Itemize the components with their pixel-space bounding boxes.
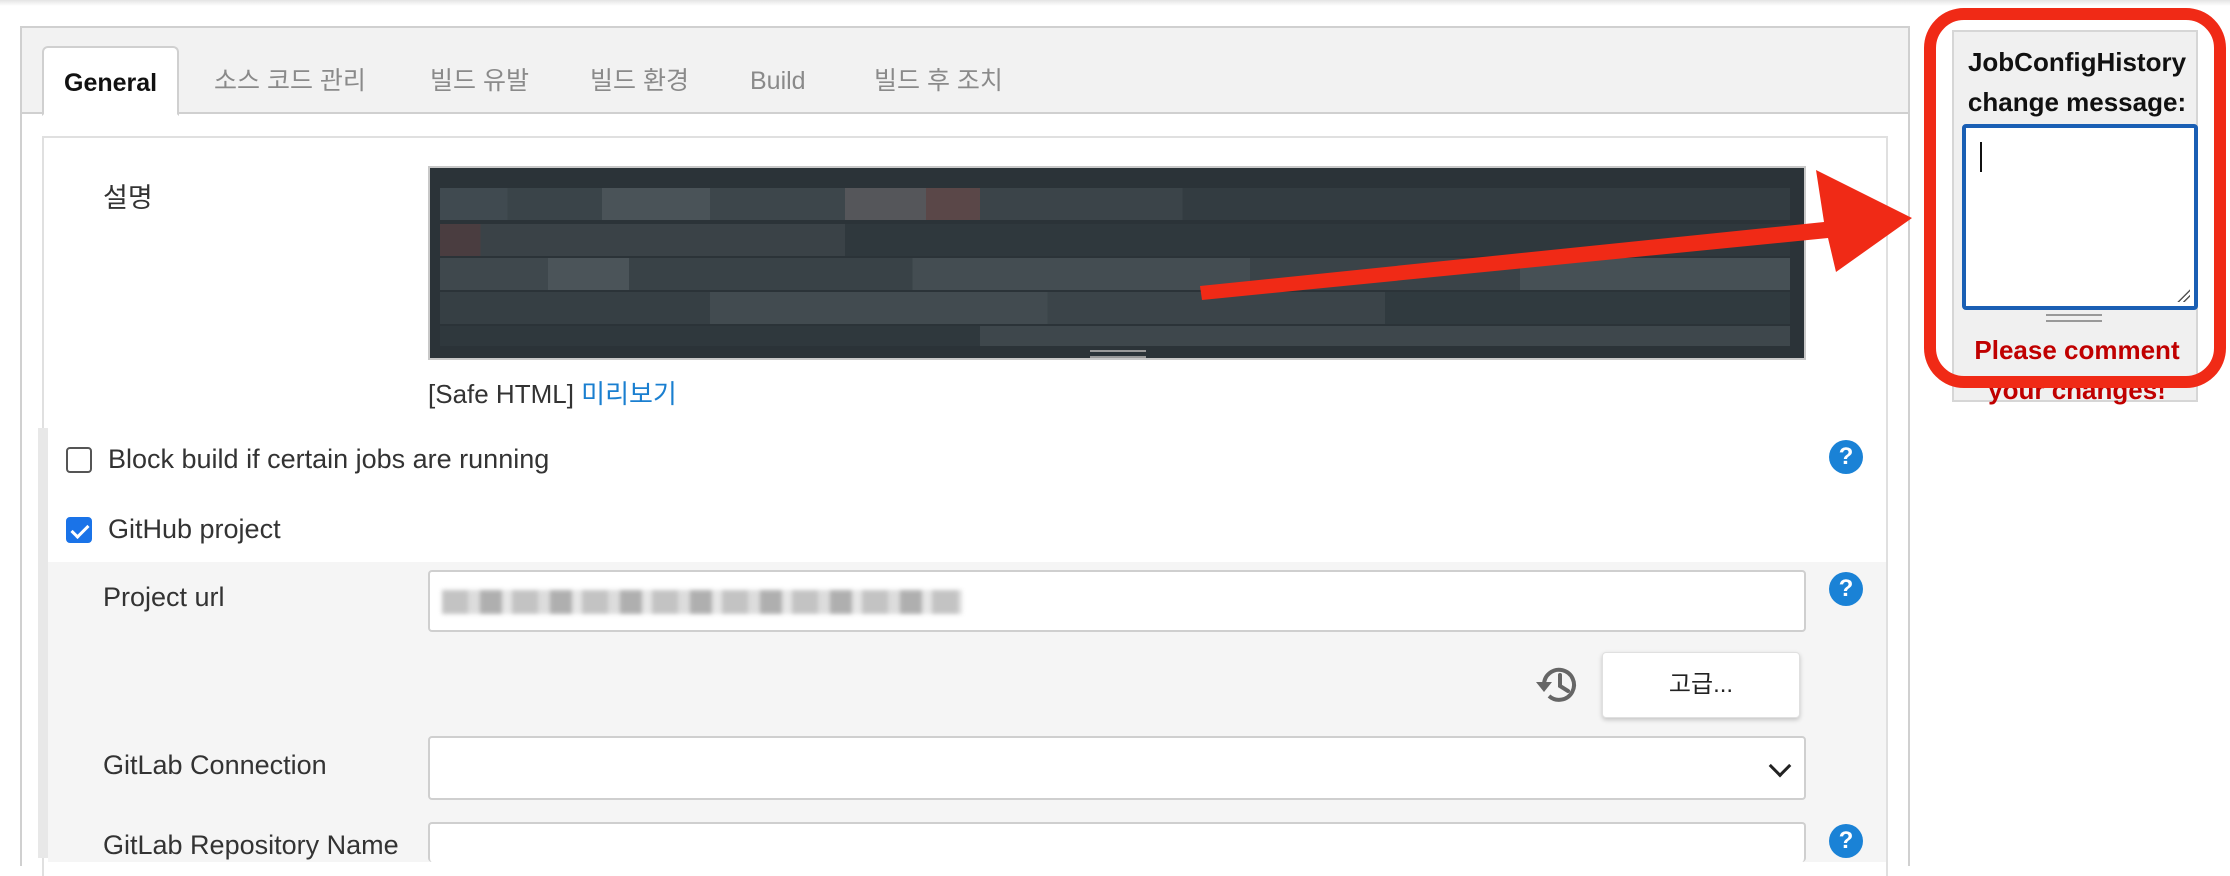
help-icon[interactable]: ?: [1829, 572, 1863, 606]
tab-general[interactable]: General: [42, 46, 180, 116]
redacted-url: [442, 590, 962, 614]
redacted-text-line: [440, 188, 1790, 220]
tab-post-build-actions[interactable]: 빌드 후 조치: [854, 46, 1023, 116]
chevron-down-icon: [1768, 754, 1792, 778]
github-project-checkbox[interactable]: [66, 516, 92, 543]
advanced-button[interactable]: 고급...: [1602, 652, 1800, 718]
highlight-box: [1924, 8, 2226, 388]
top-shadow: [0, 0, 2230, 6]
redacted-text-line: [440, 258, 1790, 290]
config-tabbar: General 소스 코드 관리 빌드 유발 빌드 환경 Build 빌드 후 …: [22, 28, 1908, 116]
block-build-label: Block build if certain jobs are running: [108, 444, 550, 474]
history-icon[interactable]: [1534, 660, 1584, 710]
project-url-input[interactable]: [428, 570, 1806, 632]
safe-html-label: [Safe HTML]: [428, 379, 574, 409]
description-textarea[interactable]: [428, 166, 1806, 360]
block-build-checkbox[interactable]: [66, 446, 92, 473]
gitlab-connection-label: GitLab Connection: [103, 750, 327, 780]
gitlab-repository-input[interactable]: [428, 822, 1806, 862]
help-icon[interactable]: ?: [1829, 440, 1863, 474]
project-url-label: Project url: [103, 582, 225, 612]
tab-build[interactable]: Build: [730, 46, 826, 116]
section-divider: [38, 428, 48, 858]
safe-html-note: [Safe HTML] 미리보기: [428, 374, 677, 411]
redacted-text-line: [440, 292, 1790, 324]
github-project-label: GitHub project: [108, 514, 281, 544]
help-icon[interactable]: ?: [1829, 824, 1863, 858]
redacted-text-line: [440, 326, 1790, 346]
redacted-text-line: [440, 224, 1790, 256]
gitlab-connection-select[interactable]: [428, 736, 1806, 800]
description-label: 설명: [103, 183, 153, 213]
tab-build-triggers[interactable]: 빌드 유발: [410, 46, 549, 116]
github-project-option[interactable]: GitHub project: [66, 514, 281, 545]
resize-grip[interactable]: [1090, 350, 1146, 358]
tab-source-code-management[interactable]: 소스 코드 관리: [194, 46, 386, 116]
tab-build-environment[interactable]: 빌드 환경: [570, 46, 709, 116]
preview-link[interactable]: 미리보기: [581, 379, 677, 409]
gitlab-repository-label: GitLab Repository Name: [103, 830, 399, 860]
block-build-option[interactable]: Block build if certain jobs are running: [66, 444, 549, 475]
